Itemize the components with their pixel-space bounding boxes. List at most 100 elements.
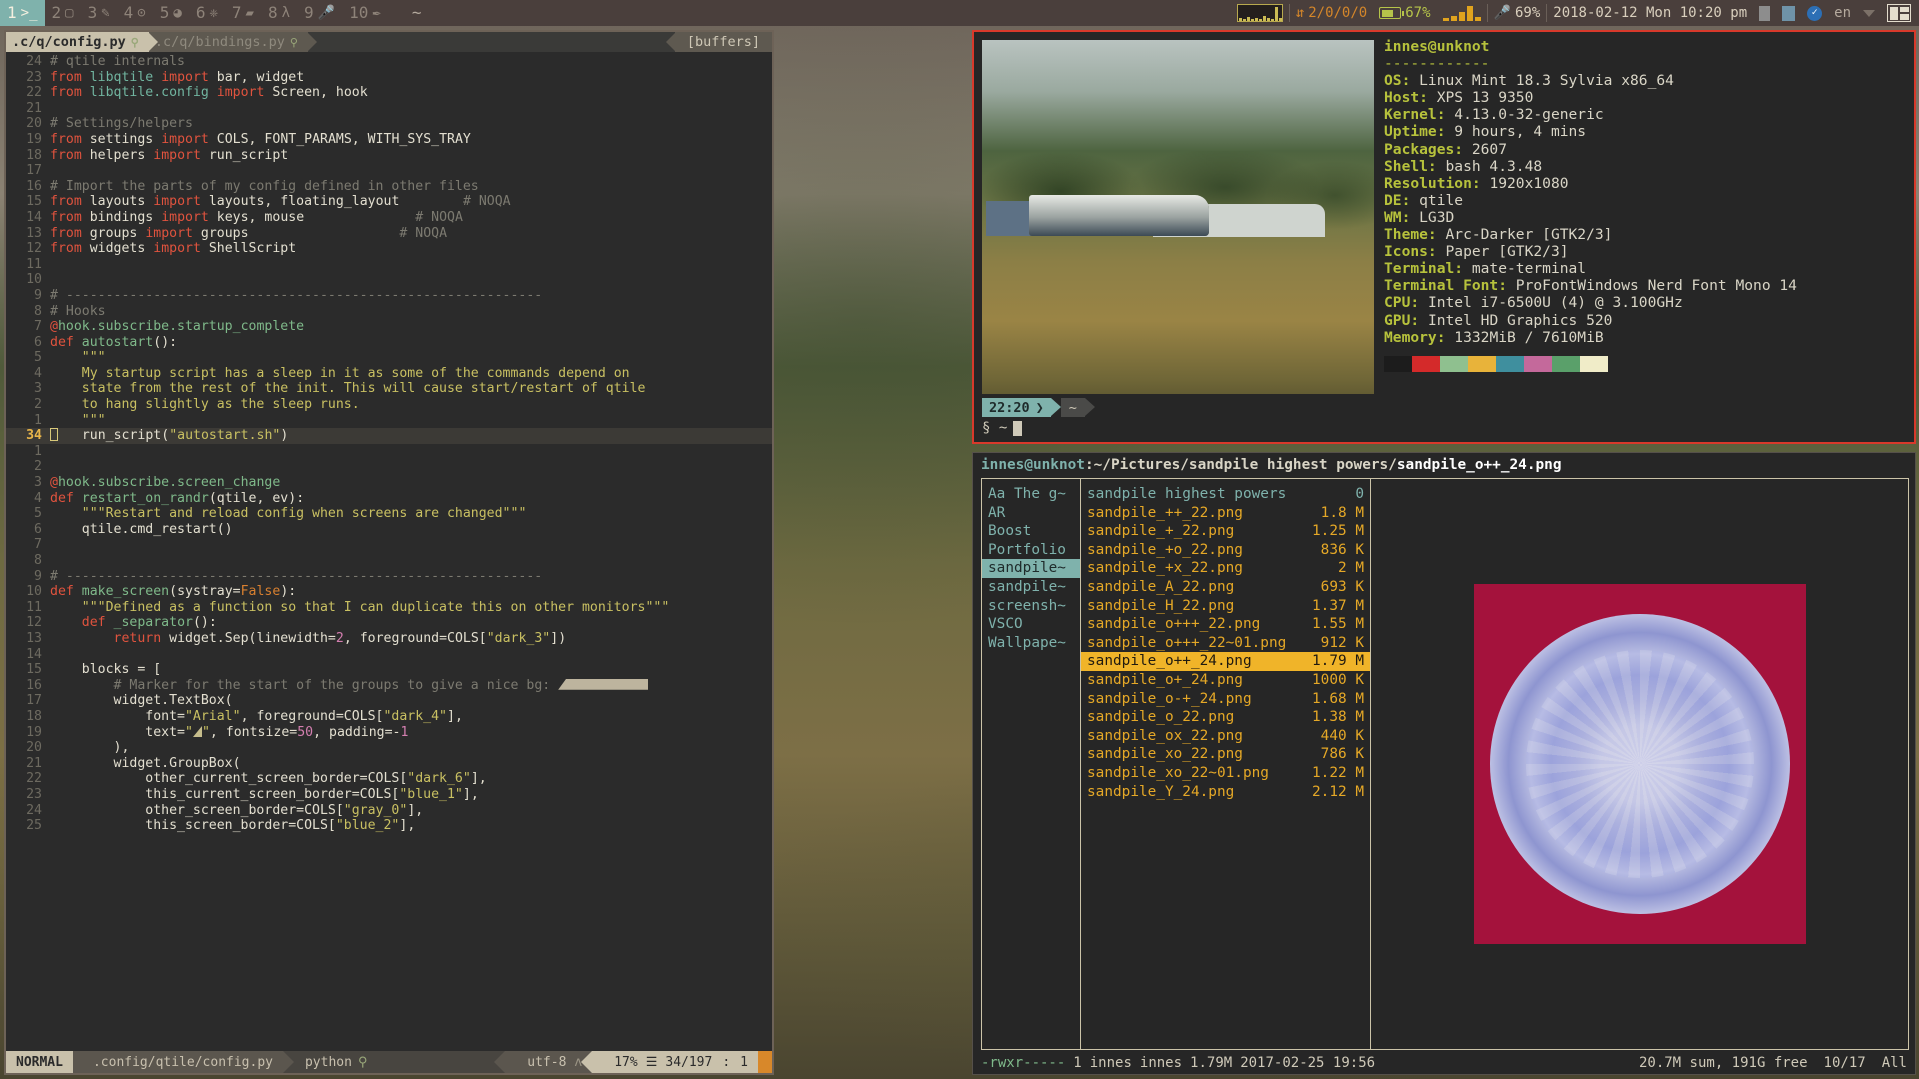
- item-name: sandpile~: [988, 560, 1066, 577]
- code-text: """Restart and reload config when screen…: [81, 506, 527, 522]
- tray-icon-2[interactable]: [1776, 5, 1801, 21]
- ranger-file-row[interactable]: sandpile_o-+_24.png 1.68 M: [1081, 690, 1370, 709]
- ranger-parent-item[interactable]: Aa The g~: [982, 485, 1080, 504]
- layout-widget[interactable]: [1881, 4, 1917, 22]
- vim-line-count-label: 34/197: [665, 1054, 713, 1070]
- neofetch-image: [982, 40, 1374, 394]
- code-line: 20 # Settings/helpers: [6, 116, 772, 132]
- network-widget[interactable]: ⇵ 2/0/0/0: [1290, 0, 1373, 26]
- ranger-parent-item[interactable]: Portfolio: [982, 541, 1080, 560]
- group-7[interactable]: 7 ▰: [225, 0, 261, 26]
- ranger-file-row[interactable]: sandpile_ox_22.png 440 K: [1081, 727, 1370, 746]
- line-number: 6: [34, 334, 42, 350]
- neofetch-value: XPS 13 9350: [1427, 89, 1534, 107]
- ranger-parent-item[interactable]: VSCO: [982, 615, 1080, 634]
- group-number: 10: [349, 3, 369, 22]
- ranger-columns: Aa The g~ AR Boost Portfolio sandpile~ sandpi…: [973, 478, 1915, 1052]
- ranger-parent-pane[interactable]: Aa The g~ AR Boost Portfolio sandpile~ sandpi…: [981, 478, 1081, 1050]
- code-text: # qtile internals: [50, 54, 185, 69]
- group-2[interactable]: 2 ▢: [45, 0, 81, 26]
- chevron-down-icon: [1863, 9, 1875, 17]
- ranger-file-row[interactable]: sandpile_o_22.png 1.38 M: [1081, 708, 1370, 727]
- group-8[interactable]: 8λ: [261, 0, 297, 26]
- file-name: sandpile_ox_22.png: [1087, 727, 1243, 744]
- vim-tab-0[interactable]: .c/q/config.py ⚲: [6, 32, 158, 52]
- ranger-file-pane[interactable]: sandpile highest powers 0 sandpile_++_22.p…: [1081, 478, 1371, 1050]
- vim-tab-1[interactable]: .c/q/bindings.py ⚲: [148, 32, 318, 52]
- ranger-parent-item[interactable]: AR: [982, 504, 1080, 523]
- ranger-file-row[interactable]: sandpile_o+++_22~01.png 912 K: [1081, 634, 1370, 653]
- group-3[interactable]: 3 ✎: [81, 0, 117, 26]
- tray-icon-3[interactable]: ✓: [1801, 5, 1828, 21]
- cpu-graph-widget[interactable]: [1231, 4, 1289, 22]
- ranger-file-row[interactable]: sandpile_A_22.png 693 K: [1081, 578, 1370, 597]
- code-line: 16 # Import the parts of my config define…: [6, 179, 772, 195]
- ranger-file-row[interactable]: sandpile_o+++_22.png 1.55 M: [1081, 615, 1370, 634]
- code-line: 23 this_current_screen_border=COLS["blue…: [6, 787, 772, 803]
- ranger-file-row[interactable]: sandpile_+o_22.png 836 K: [1081, 541, 1370, 560]
- code-text: blocks = [: [81, 662, 162, 678]
- ranger-file-row[interactable]: sandpile_+_22.png 1.25 M: [1081, 522, 1370, 541]
- group-6[interactable]: 6 ❈: [189, 0, 225, 26]
- battery-widget[interactable]: 67%: [1373, 0, 1436, 26]
- ranger-file-row[interactable]: sandpile_xo_22~01.png 1.22 M: [1081, 764, 1370, 783]
- group-10[interactable]: 10 ✒: [342, 0, 388, 26]
- volume-bars-icon: [1442, 5, 1481, 21]
- terminal-prompt-area[interactable]: 22:20 ❯ ~ § ~: [974, 394, 1914, 442]
- ranger-file-row[interactable]: sandpile_++_22.png 1.8 M: [1081, 504, 1370, 523]
- neofetch-rows: OS: Linux Mint 18.3 Sylvia x86_64 Host: X…: [1384, 72, 1797, 346]
- code-line: 2: [6, 459, 772, 475]
- ranger-parent-item[interactable]: Wallpape~: [982, 634, 1080, 653]
- ranger-file-row[interactable]: sandpile_o+_24.png 1000 K: [1081, 671, 1370, 690]
- code-text: state from the rest of the init. This wi…: [81, 381, 646, 397]
- palette-swatch-6: [1552, 355, 1580, 372]
- ranger-titlebar: innes@unknot:~/Pictures/sandpile highest…: [973, 453, 1915, 478]
- line-number: 14: [26, 646, 42, 662]
- code-text: other_current_screen_border=COLS["dark_6…: [145, 771, 487, 787]
- vim-encoding: utf-8 ʌ: [494, 1051, 593, 1073]
- tray-chevron[interactable]: [1857, 9, 1881, 17]
- ranger-file-row[interactable]: sandpile_xo_22.png 786 K: [1081, 745, 1370, 764]
- group-1[interactable]: 1 >_: [0, 0, 45, 26]
- line-number: 24: [26, 54, 42, 69]
- neofetch-row: Kernel: 4.13.0-32-generic: [1384, 106, 1797, 123]
- line-number: 24: [26, 802, 42, 818]
- group-4[interactable]: 4 ⊙: [117, 0, 153, 26]
- ranger-file-row[interactable]: sandpile_+x_22.png 2 M: [1081, 559, 1370, 578]
- ranger-file-row[interactable]: sandpile_o++_24.png 1.79 M: [1081, 652, 1370, 671]
- vim-code-area[interactable]: 24 # qtile internals 23 from libqtile impor…: [6, 52, 772, 1051]
- group-5[interactable]: 5 ◕: [153, 0, 189, 26]
- vim-position: 17% ☰ 34/197 : 1: [581, 1051, 758, 1073]
- code-text: from bindings import keys, mouse # NOQA: [50, 209, 463, 225]
- line-number: 4: [34, 365, 42, 381]
- microphone-widget[interactable]: 🎤 69%: [1488, 0, 1547, 26]
- tray-icon-1[interactable]: [1753, 5, 1776, 21]
- group-9[interactable]: 9 🎤: [297, 0, 342, 26]
- file-size: 836 K: [1320, 541, 1364, 558]
- ranger-file-manager[interactable]: innes@unknot:~/Pictures/sandpile highest…: [972, 452, 1916, 1075]
- file-size: 1.25 M: [1312, 523, 1364, 540]
- ranger-file-row[interactable]: sandpile_H_22.png 1.37 M: [1081, 597, 1370, 616]
- ranger-parent-item[interactable]: Boost: [982, 522, 1080, 541]
- ranger-parent-item[interactable]: sandpile~: [982, 578, 1080, 597]
- group-number: 4: [123, 3, 134, 22]
- ranger-file-row[interactable]: sandpile_Y_24.png 2.12 M: [1081, 783, 1370, 802]
- terminal-window-neofetch[interactable]: innes@unknot ------------ OS: Linux Mint…: [972, 30, 1916, 444]
- ranger-parent-item[interactable]: sandpile~: [982, 559, 1080, 578]
- code-line: 22 from libqtile.config import Screen, ho…: [6, 85, 772, 101]
- vim-buffers-indicator[interactable]: [buffers]: [665, 32, 772, 52]
- ranger-file-row[interactable]: sandpile highest powers 0: [1081, 485, 1370, 504]
- vim-window[interactable]: .c/q/config.py ⚲ .c/q/bindings.py ⚲ [buffers…: [4, 30, 774, 1075]
- keyboard-layout-widget[interactable]: en: [1828, 0, 1857, 26]
- neofetch-row: Resolution: 1920x1080: [1384, 175, 1797, 192]
- line-number: 12: [26, 615, 42, 631]
- ranger-parent-item[interactable]: screensh~: [982, 597, 1080, 616]
- volume-graph-widget[interactable]: [1437, 5, 1487, 21]
- vim-tab-label: .c/q/config.py: [12, 34, 126, 50]
- ranger-status-right: 20.7M sum, 191G free 10/17 All: [1639, 1055, 1907, 1071]
- clock-widget[interactable]: 2018-02-12 Mon 10:20 pm: [1547, 0, 1753, 26]
- terminal-input-line[interactable]: § ~: [982, 420, 1908, 436]
- vim-colsep: :: [722, 1054, 731, 1070]
- neofetch-divider: ------------: [1384, 55, 1490, 73]
- file-name: sandpile_+x_22.png: [1087, 560, 1243, 577]
